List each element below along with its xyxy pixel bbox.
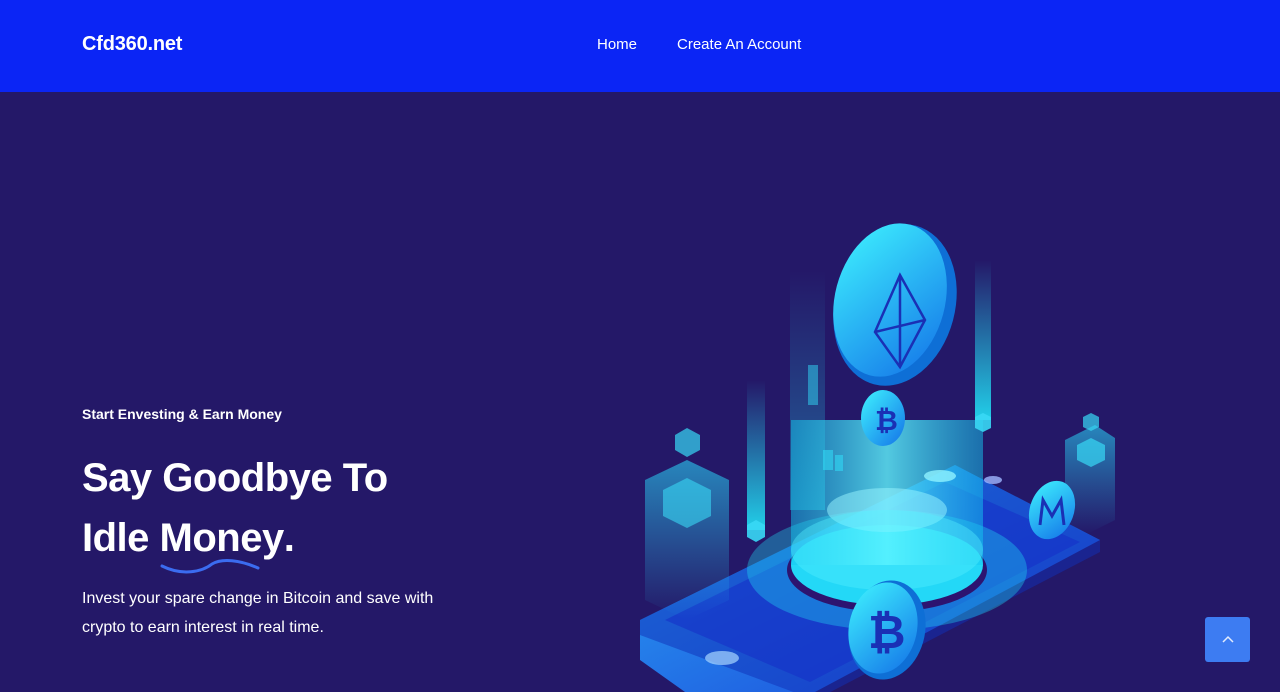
hero-eyebrow: Start Envesting & Earn Money — [82, 406, 282, 422]
crypto-isometric-illustration: ₿ ₿ — [640, 223, 1115, 692]
nav-link-home[interactable]: Home — [597, 36, 637, 53]
nav-link-create-account[interactable]: Create An Account — [677, 36, 801, 53]
brand-logo-link[interactable]: Cfd360.net — [82, 33, 182, 56]
chevron-up-icon — [1221, 635, 1234, 643]
headline-suffix: . — [283, 516, 295, 560]
headline-line-1: Say Goodbye To — [82, 456, 388, 500]
scroll-to-top-button[interactable] — [1205, 617, 1250, 662]
hero-description: Invest your spare change in Bitcoin and … — [82, 590, 434, 636]
svg-text:₿: ₿ — [875, 404, 898, 437]
underline-swoosh-icon — [160, 559, 260, 574]
headline-accent-text: Money — [159, 516, 285, 560]
site-header: Cfd360.net Home Create An Account — [0, 0, 1280, 92]
headline-prefix: Idle — [82, 516, 160, 560]
main-nav: Home Create An Account — [597, 36, 801, 53]
hero-section: Start Envesting & Earn Money Say Goodbye… — [82, 406, 462, 642]
headline-line-2: Idle Money. — [82, 508, 462, 574]
headline-accent-word: Money — [159, 508, 285, 574]
ethereum-coin-icon — [833, 223, 957, 386]
bitcoin-coin-small-icon: ₿ — [861, 390, 905, 446]
svg-text:₿: ₿ — [868, 605, 906, 659]
hero-headline: Say Goodbye To Idle Money. — [82, 448, 462, 574]
